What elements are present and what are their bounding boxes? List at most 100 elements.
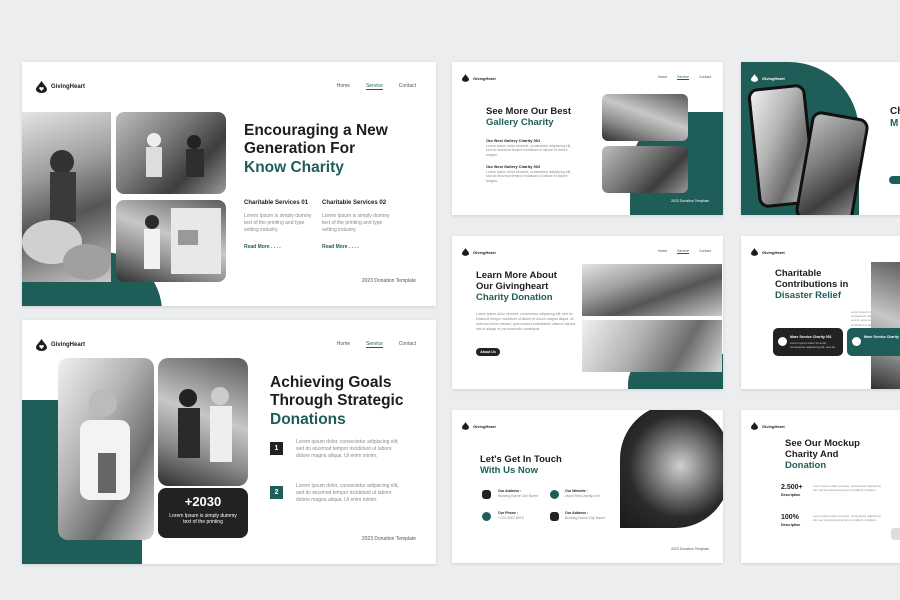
stat-caption: Lorem Ipsum is simply dummy text of the … bbox=[169, 513, 237, 525]
slide-disaster-relief[interactable]: GivingHeart Charitable Contributions in … bbox=[741, 236, 900, 389]
brand-logo: GivingHeart bbox=[751, 248, 785, 256]
about-us-button[interactable]: About Us bbox=[476, 348, 500, 356]
photo-learn-2 bbox=[582, 320, 722, 372]
nav-service[interactable]: Service bbox=[677, 249, 689, 254]
slide-achieving-goals[interactable]: GivingHeart Home Service Contact +2030 L… bbox=[22, 320, 436, 564]
brand-name: GivingHeart bbox=[51, 84, 86, 90]
gallery-item-1: Our Best Gallery Charity 001 Lorem ipsum… bbox=[486, 138, 572, 158]
brand-name: GivingHeart bbox=[473, 249, 496, 255]
brand-logo: GivingHeart bbox=[36, 81, 85, 93]
brand-logo: GivingHeart bbox=[462, 422, 496, 430]
nav-service[interactable]: Service bbox=[677, 75, 689, 80]
nav-service[interactable]: Service bbox=[366, 83, 383, 90]
nav-home[interactable]: Home bbox=[658, 249, 667, 254]
slide1-footer: 2023 Donation Template bbox=[361, 278, 416, 284]
service-card-1[interactable]: More Service Charity 001 Lorem ipsum dol… bbox=[773, 328, 843, 356]
photo-man-with-bag bbox=[58, 358, 154, 540]
card1-title: More Service Charity 001 bbox=[790, 335, 832, 339]
stat-value: +2030 bbox=[184, 494, 222, 509]
photo-volunteers-bags bbox=[22, 112, 111, 282]
top-nav: Home Service Contact bbox=[658, 249, 711, 254]
service-1-title: Charitable Services 01 bbox=[244, 200, 309, 206]
point-2-text: Lorem ipsum dolor, consectetur adipiscin… bbox=[296, 483, 399, 503]
slide5-body: Lorem ipsum dolor sit amet, consectetur … bbox=[476, 312, 576, 331]
top-nav: Home Service Contact bbox=[658, 75, 711, 80]
slide2-title: Achieving Goals Through Strategic Donati… bbox=[270, 374, 404, 428]
service-1-readmore[interactable]: Read More . . . . bbox=[244, 244, 314, 251]
contact-3: Our Phone : +123-4567-8910 bbox=[498, 511, 524, 520]
service-card-2[interactable]: More Service Charity bbox=[847, 328, 900, 356]
service-2: Charitable Services 02 Lorem Ipsum is si… bbox=[322, 199, 392, 251]
slide1-title: Encouraging a New Generation For Know Ch… bbox=[244, 122, 388, 176]
gallery-item-2: Our Best Gallery Charity 002 Lorem ipsum… bbox=[486, 164, 572, 184]
slide-gallery[interactable]: GivingHeart Home Service Contact See Mor… bbox=[452, 62, 723, 215]
brand-name: GivingHeart bbox=[473, 75, 496, 81]
heart-drop-icon bbox=[751, 74, 758, 82]
heart-drop-icon bbox=[36, 81, 47, 93]
service-1-body: Lorem Ipsum is simply dummy text of the … bbox=[244, 213, 312, 234]
photo-learn-1 bbox=[582, 264, 722, 316]
contact-2: Our Website : www.HelloCharity.com bbox=[565, 489, 600, 498]
heart-drop-icon bbox=[751, 422, 758, 430]
photo-gallery-2 bbox=[602, 146, 688, 193]
stat-1: 2.500+ Description bbox=[781, 484, 803, 497]
slide-encouraging[interactable]: GivingHeart Home Service Contact Encoura… bbox=[22, 62, 436, 306]
slide4-partial-title: Ch M bbox=[890, 106, 900, 129]
service-2-title: Charitable Services 02 bbox=[322, 200, 387, 206]
heart-drop-icon bbox=[751, 248, 758, 256]
nav-service[interactable]: Service bbox=[366, 341, 383, 348]
slide3-title: See More Our Best Gallery Charity bbox=[486, 106, 571, 129]
card1-body: Lorem ipsum dolor sit amet, consectetur … bbox=[790, 341, 836, 349]
nav-home[interactable]: Home bbox=[337, 341, 350, 348]
slide-mockup-stats[interactable]: GivingHeart See Our Mockup Charity And D… bbox=[741, 410, 900, 563]
brand-logo: GivingHeart bbox=[751, 74, 785, 82]
location-icon bbox=[482, 512, 491, 521]
slide3-footer: 2023 Donation Template bbox=[671, 199, 709, 203]
point-1-number: 1 bbox=[270, 442, 283, 455]
nav-contact[interactable]: Contact bbox=[399, 341, 416, 348]
globe-icon bbox=[550, 490, 559, 499]
brand-name: GivingHeart bbox=[762, 75, 785, 81]
nav-contact[interactable]: Contact bbox=[399, 83, 416, 90]
slide-phone-mockup[interactable]: GivingHeart Ch M bbox=[741, 62, 900, 215]
heart-drop-icon bbox=[462, 422, 469, 430]
laptop-mockup-edge bbox=[891, 528, 900, 540]
point-1-text: Lorem ipsum dolor, consectetur adipiscin… bbox=[296, 439, 399, 459]
slide2-footer: 2023 Donation Template bbox=[361, 536, 416, 542]
nav-contact[interactable]: Contact bbox=[699, 75, 711, 80]
nav-home[interactable]: Home bbox=[658, 75, 667, 80]
photo-relief bbox=[871, 262, 900, 389]
card2-title: More Service Charity bbox=[864, 335, 899, 339]
service-2-readmore[interactable]: Read More . . . . bbox=[322, 244, 392, 251]
stat-1-body: Lorem ipsum dolor sit amet, consectetur … bbox=[813, 484, 881, 493]
partial-button[interactable] bbox=[889, 176, 900, 184]
brand-name: GivingHeart bbox=[762, 423, 785, 429]
contact-4: Our Address : Building Name City Name bbox=[565, 511, 606, 520]
brand-logo: GivingHeart bbox=[462, 248, 496, 256]
slide8-title: See Our Mockup Charity And Donation bbox=[785, 438, 860, 472]
stat-2: 100% Description bbox=[781, 514, 801, 527]
brand-logo: GivingHeart bbox=[462, 74, 496, 82]
brand-name: GivingHeart bbox=[51, 342, 86, 348]
slide-learn-more[interactable]: GivingHeart Home Service Contact Learn M… bbox=[452, 236, 723, 389]
hands-photo-blob bbox=[620, 410, 723, 528]
photo-food-sorting bbox=[116, 112, 226, 194]
nav-contact[interactable]: Contact bbox=[699, 249, 711, 254]
brand-logo: GivingHeart bbox=[36, 339, 85, 351]
photo-van-volunteer bbox=[116, 200, 226, 282]
contact-1: Our Address : Building Name City Name bbox=[498, 489, 539, 498]
stat-2-body: Lorem ipsum dolor sit amet, consectetur … bbox=[813, 514, 881, 523]
slide5-title: Learn More About Our Givingheart Charity… bbox=[476, 270, 557, 304]
slide-contact[interactable]: GivingHeart Let's Get In Touch With Us N… bbox=[452, 410, 723, 563]
truck-icon bbox=[778, 337, 787, 346]
top-nav: Home Service Contact bbox=[337, 83, 416, 90]
nav-home[interactable]: Home bbox=[337, 83, 350, 90]
service-2-body: Lorem Ipsum is simply dummy text of the … bbox=[322, 213, 390, 234]
heart-drop-icon bbox=[36, 339, 47, 351]
point-2-number: 2 bbox=[270, 486, 283, 499]
slide6-title: Charitable Contributions in Disaster Rel… bbox=[775, 268, 849, 302]
top-nav: Home Service Contact bbox=[337, 341, 416, 348]
mail-icon bbox=[550, 512, 559, 521]
brand-name: GivingHeart bbox=[473, 423, 496, 429]
home-icon bbox=[852, 337, 861, 346]
